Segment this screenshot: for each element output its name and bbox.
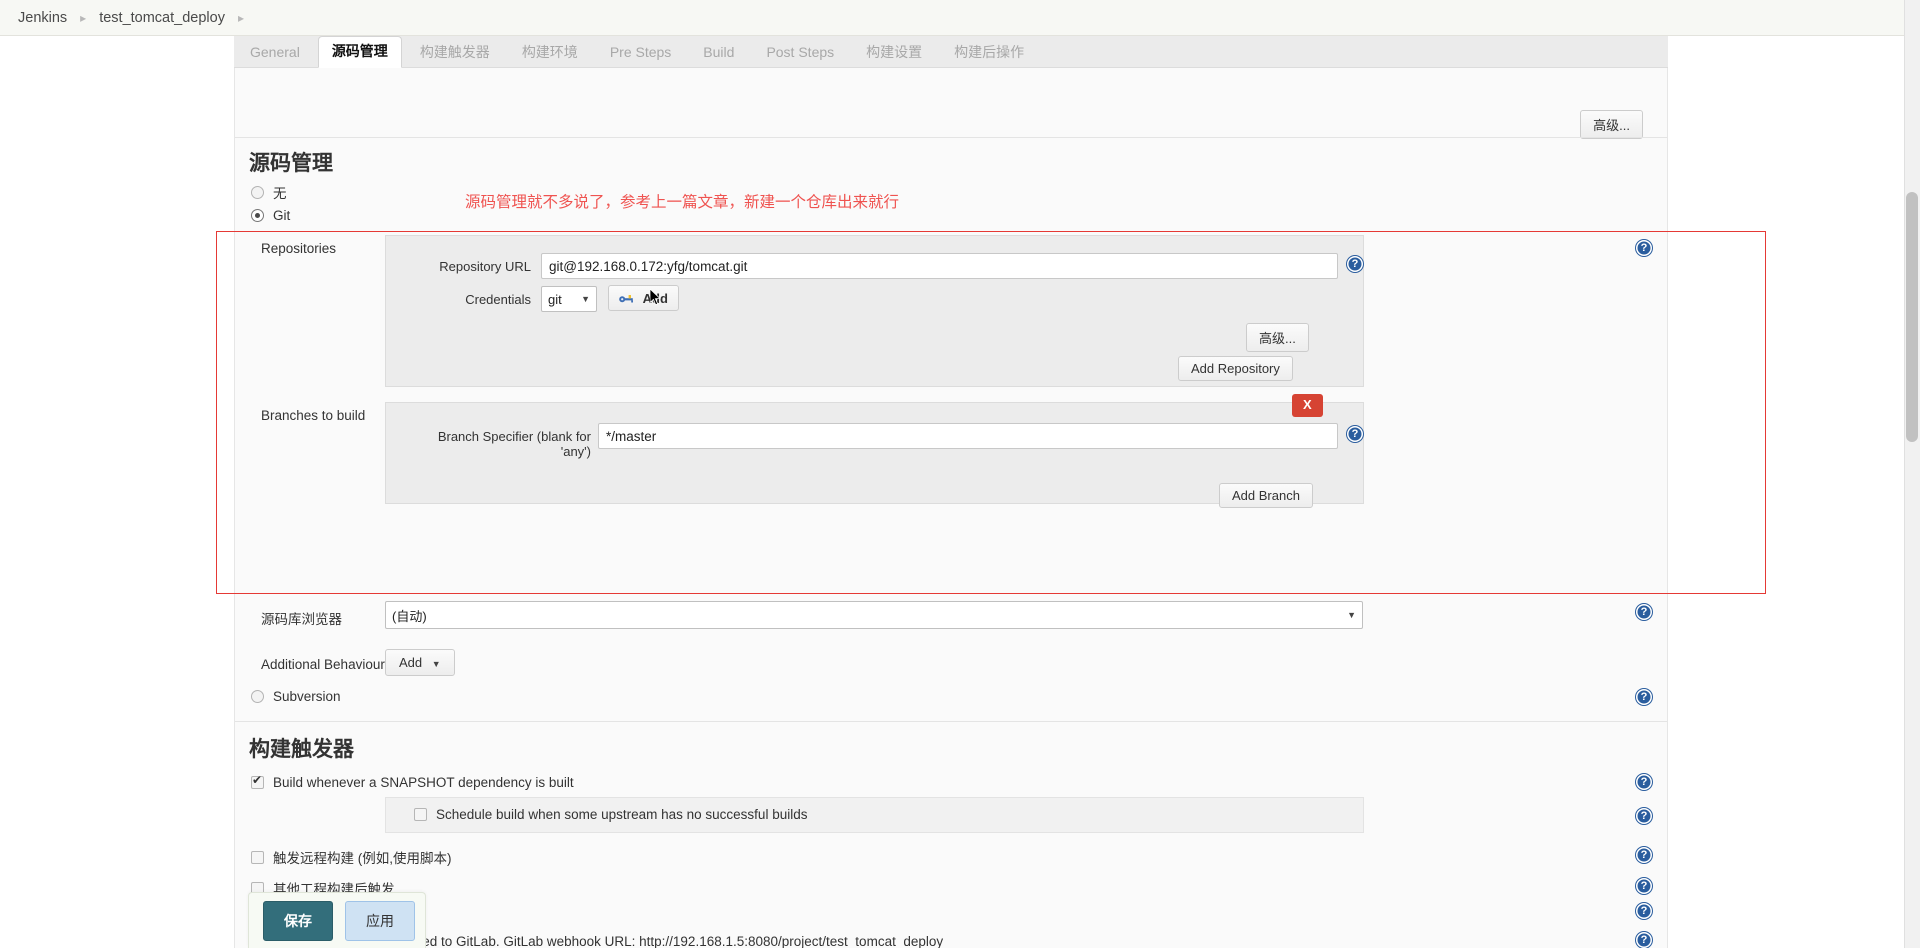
checkbox-label-schedule-upstream: Schedule build when some upstream has no…	[436, 807, 808, 822]
radio-label-git: Git	[273, 208, 291, 223]
tab-pre-steps[interactable]: Pre Steps	[596, 37, 685, 68]
add-credentials-label: Add	[642, 291, 668, 307]
repositories-panel: Repository URL ? Credentials git ▼	[385, 235, 1364, 387]
breadcrumb-item-job[interactable]: test_tomcat_deploy	[99, 10, 225, 26]
add-credentials-button[interactable]: Add	[608, 285, 679, 312]
tab-scm[interactable]: 源码管理	[317, 36, 402, 68]
help-icon-gitlab-trigger[interactable]: ?	[1636, 932, 1652, 948]
chevron-down-icon-behaviours: ▼	[431, 659, 441, 669]
radio-scm-subversion[interactable]	[251, 690, 264, 703]
help-icon-snapshot-dependency[interactable]: ?	[1636, 774, 1652, 790]
repositories-label: Repositories	[261, 241, 337, 256]
checkbox-snapshot-dependency[interactable]	[251, 774, 264, 789]
repo-browser-value: (自动)	[392, 608, 427, 624]
additional-behaviours-add-label: Add	[399, 655, 423, 670]
config-card-body: 高级... 源码管理 源码管理就不多说了，参考上一篇文章，新建一个仓库出来就行 …	[234, 68, 1668, 948]
top-advanced-button[interactable]: 高级...	[1580, 110, 1643, 139]
config-tabbar: General 源码管理 构建触发器 构建环境 Pre Steps Build …	[234, 36, 1668, 68]
checkbox-schedule-upstream[interactable]	[414, 808, 427, 821]
branches-to-build-label: Branches to build	[261, 408, 366, 423]
branch-specifier-input[interactable]	[598, 423, 1338, 449]
scm-section-title: 源码管理	[249, 152, 333, 175]
chevron-down-icon-repo-browser: ▼	[1347, 610, 1356, 620]
radio-row-git[interactable]: Git	[251, 208, 290, 223]
help-icon-repository-url[interactable]: ?	[1347, 256, 1363, 272]
help-icon-repo-browser[interactable]: ?	[1636, 604, 1652, 620]
apply-button[interactable]: 应用	[345, 900, 415, 941]
help-icon-remote-trigger[interactable]: ?	[1636, 847, 1652, 863]
tab-general[interactable]: General	[236, 37, 314, 68]
form-action-bar: 保存 应用	[248, 892, 426, 948]
save-button[interactable]: 保存	[263, 900, 333, 941]
checkbox-row-remote-trigger[interactable]: 触发远程构建 (例如,使用脚本)	[251, 847, 452, 867]
add-branch-button[interactable]: Add Branch	[1219, 483, 1313, 508]
tab-build-environment[interactable]: 构建环境	[508, 37, 592, 68]
credentials-label: Credentials	[465, 292, 531, 307]
help-icon-scheduled-build[interactable]: ?	[1636, 903, 1652, 919]
repository-url-label: Repository URL	[439, 259, 531, 274]
branches-panel: Branch Specifier (blank for 'any') ? X A…	[385, 394, 1364, 508]
radio-scm-none[interactable]	[251, 185, 264, 199]
vertical-scrollbar[interactable]	[1904, 0, 1920, 948]
breadcrumb-item-jenkins[interactable]: Jenkins	[18, 10, 67, 26]
repository-url-input[interactable]	[541, 253, 1338, 279]
radio-row-none[interactable]: 无	[251, 182, 287, 202]
repo-browser-select[interactable]: (自动) ▼	[385, 601, 1363, 629]
tab-build[interactable]: Build	[689, 37, 748, 68]
credentials-select[interactable]: git ▼	[541, 286, 597, 312]
tab-build-triggers[interactable]: 构建触发器	[406, 37, 504, 68]
credentials-select-value: git	[548, 291, 562, 307]
repository-advanced-button[interactable]: 高级...	[1246, 323, 1309, 352]
add-repository-button[interactable]: Add Repository	[1178, 356, 1293, 381]
triggers-section-title: 构建触发器	[249, 738, 354, 761]
additional-behaviours-label: Additional Behaviours	[261, 657, 392, 672]
divider-above-triggers	[235, 721, 1667, 722]
checkbox-label-remote-trigger: 触发远程构建 (例如,使用脚本)	[273, 851, 452, 866]
breadcrumb: Jenkins ▸ test_tomcat_deploy ▸	[0, 0, 1920, 36]
breadcrumb-separator-icon-2: ▸	[237, 10, 244, 25]
additional-behaviours-add-button[interactable]: Add ▼	[385, 649, 455, 676]
delete-branch-button[interactable]: X	[1292, 394, 1323, 417]
chevron-down-icon-credentials: ▼	[581, 294, 590, 304]
key-icon	[619, 295, 633, 303]
radio-scm-git[interactable]	[251, 209, 264, 222]
radio-label-subversion: Subversion	[273, 689, 341, 704]
help-icon-other-project-trigger[interactable]: ?	[1636, 878, 1652, 894]
nested-trigger-panel: Schedule build when some upstream has no…	[385, 797, 1364, 833]
annotation-text: 源码管理就不多说了，参考上一篇文章，新建一个仓库出来就行	[465, 193, 900, 211]
checkbox-row-schedule-upstream[interactable]: Schedule build when some upstream has no…	[414, 807, 807, 822]
page-body: General 源码管理 构建触发器 构建环境 Pre Steps Build …	[0, 36, 1920, 948]
checkbox-remote-trigger[interactable]	[251, 850, 264, 864]
branch-specifier-label: Branch Specifier (blank for 'any')	[437, 429, 591, 459]
tab-post-steps[interactable]: Post Steps	[752, 37, 848, 68]
breadcrumb-separator-icon: ▸	[80, 10, 87, 25]
checkbox-row-snapshot-dependency[interactable]: Build whenever a SNAPSHOT dependency is …	[251, 774, 574, 790]
help-icon-branch-specifier[interactable]: ?	[1347, 426, 1363, 442]
help-icon-subversion[interactable]: ?	[1636, 689, 1652, 705]
divider-above-scm	[235, 137, 1667, 138]
help-icon-repositories[interactable]: ?	[1636, 240, 1652, 256]
radio-label-none: 无	[273, 186, 287, 201]
checkbox-label-snapshot-dependency: Build whenever a SNAPSHOT dependency is …	[273, 775, 574, 790]
help-icon-schedule-upstream[interactable]: ?	[1636, 808, 1652, 824]
jenkins-config-page: Jenkins ▸ test_tomcat_deploy ▸ General 源…	[0, 0, 1920, 948]
vertical-scrollbar-thumb[interactable]	[1906, 192, 1918, 442]
tab-post-build-actions[interactable]: 构建后操作	[940, 37, 1038, 68]
top-advanced-row: 高级...	[1580, 110, 1643, 139]
tab-build-settings[interactable]: 构建设置	[852, 37, 936, 68]
repo-browser-label: 源码库浏览器	[261, 612, 342, 627]
gitlab-webhook-text: pushed to GitLab. GitLab webhook URL: ht…	[393, 934, 944, 948]
radio-row-subversion[interactable]: Subversion	[251, 689, 341, 704]
